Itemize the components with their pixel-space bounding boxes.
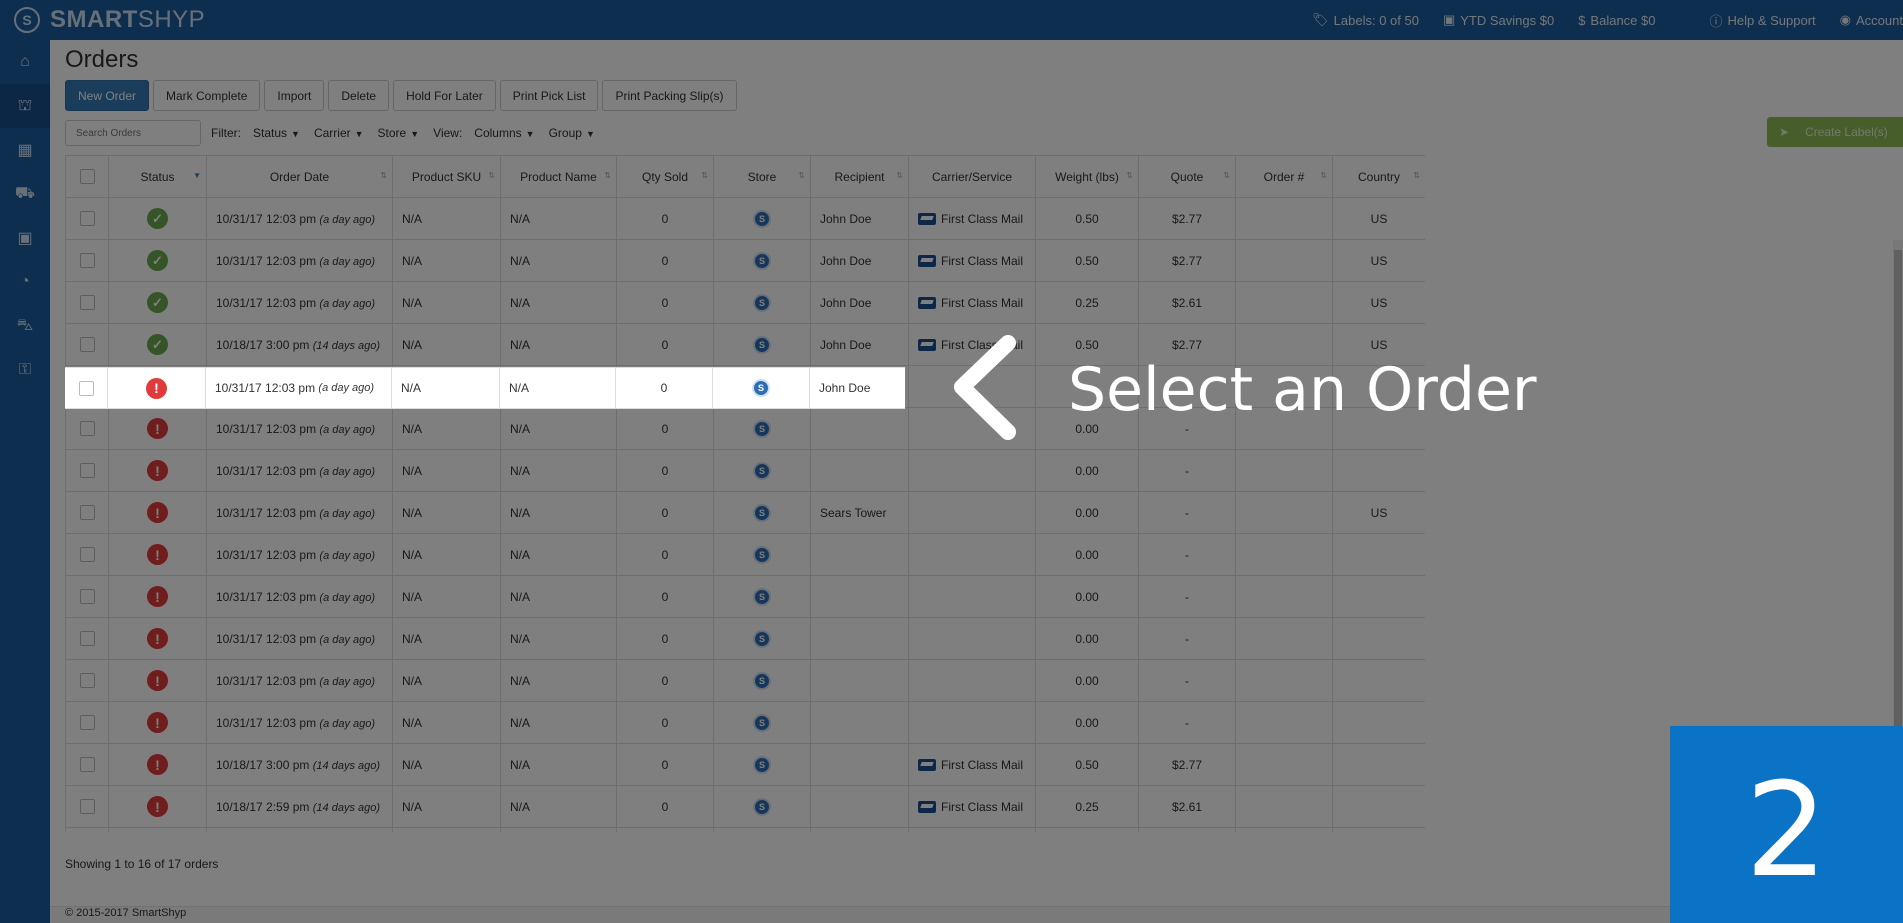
row-checkbox[interactable] bbox=[78, 380, 94, 396]
callout-text: Select an Order bbox=[1068, 355, 1537, 425]
store-cell: S bbox=[713, 367, 810, 409]
tutorial-overlay bbox=[0, 0, 1903, 923]
status-cell: ! bbox=[108, 367, 206, 409]
order-date-ago: (a day ago) bbox=[318, 382, 375, 394]
product-name-cell: N/A bbox=[500, 367, 616, 409]
chevron-left-icon bbox=[954, 335, 1016, 440]
store-logo-icon: S bbox=[752, 379, 770, 397]
qty-cell: 0 bbox=[616, 367, 713, 409]
recipient-cell: John Doe bbox=[810, 367, 905, 409]
highlighted-order-row[interactable]: ! 10/31/17 12:03 pm (a day ago) N/A N/A … bbox=[65, 367, 905, 409]
qty-text: 0 bbox=[660, 381, 668, 395]
sku-cell: N/A bbox=[392, 367, 500, 409]
step-number-badge: 2 bbox=[1670, 726, 1903, 923]
sku-text: N/A bbox=[401, 381, 422, 395]
order-date-text: 10/31/17 12:03 pm bbox=[215, 381, 316, 395]
product-name-text: N/A bbox=[509, 381, 530, 395]
error-status-icon: ! bbox=[146, 377, 167, 399]
order-date-cell: 10/31/17 12:03 pm (a day ago) bbox=[206, 367, 392, 409]
recipient-text: John Doe bbox=[819, 381, 871, 395]
row-select-cell bbox=[65, 367, 108, 409]
